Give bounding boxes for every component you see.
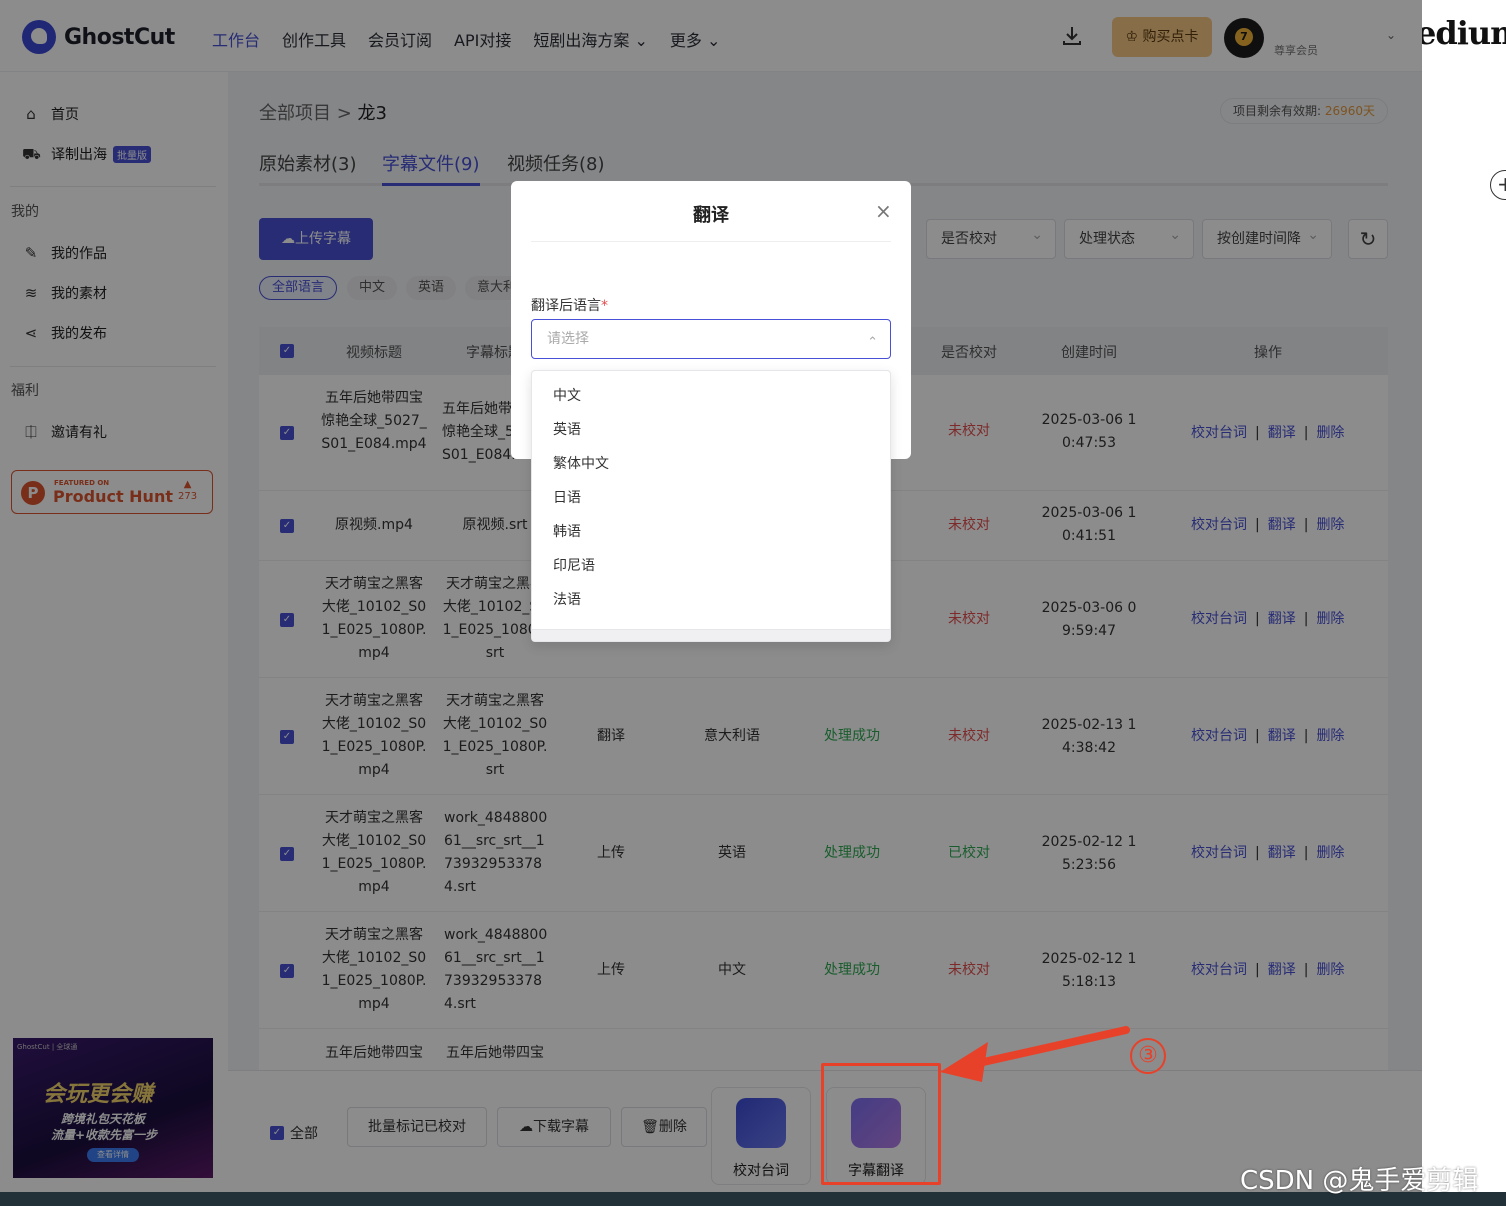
option-korean[interactable]: 韩语 bbox=[553, 521, 581, 541]
highlight-box bbox=[821, 1063, 941, 1185]
background-window: edium + bbox=[1422, 0, 1506, 1192]
option-japanese[interactable]: 日语 bbox=[553, 487, 581, 507]
option-indonesian[interactable]: 印尼语 bbox=[553, 555, 595, 575]
target-language-select[interactable]: 请选择 bbox=[531, 319, 891, 362]
background-brand: edium bbox=[1422, 14, 1506, 52]
required-mark: * bbox=[601, 298, 608, 314]
language-dropdown: 中文 英语 繁体中文 日语 韩语 印尼语 法语 bbox=[531, 370, 891, 642]
app-window: GhostCut 工作台 创作工具 会员订阅 API对接 短剧出海方案 ⌄ 更多… bbox=[0, 0, 1422, 1192]
dropdown-scrollbar[interactable] bbox=[532, 629, 890, 641]
target-language-label: 翻译后语言* bbox=[531, 295, 608, 315]
option-chinese[interactable]: 中文 bbox=[553, 385, 581, 405]
close-icon[interactable]: × bbox=[875, 199, 892, 223]
plus-icon[interactable]: + bbox=[1490, 170, 1506, 200]
dialog-title: 翻译 bbox=[693, 205, 729, 226]
option-french[interactable]: 法语 bbox=[553, 589, 581, 609]
option-english[interactable]: 英语 bbox=[553, 419, 581, 439]
dialog-divider bbox=[531, 241, 891, 242]
watermark: CSDN @鬼手爱剪辑 bbox=[1240, 1166, 1479, 1196]
step-marker: ③ bbox=[1130, 1038, 1166, 1074]
field-label-text: 翻译后语言 bbox=[531, 298, 601, 314]
annotation-arrow-icon bbox=[940, 1026, 1130, 1082]
option-traditional-chinese[interactable]: 繁体中文 bbox=[553, 453, 609, 473]
